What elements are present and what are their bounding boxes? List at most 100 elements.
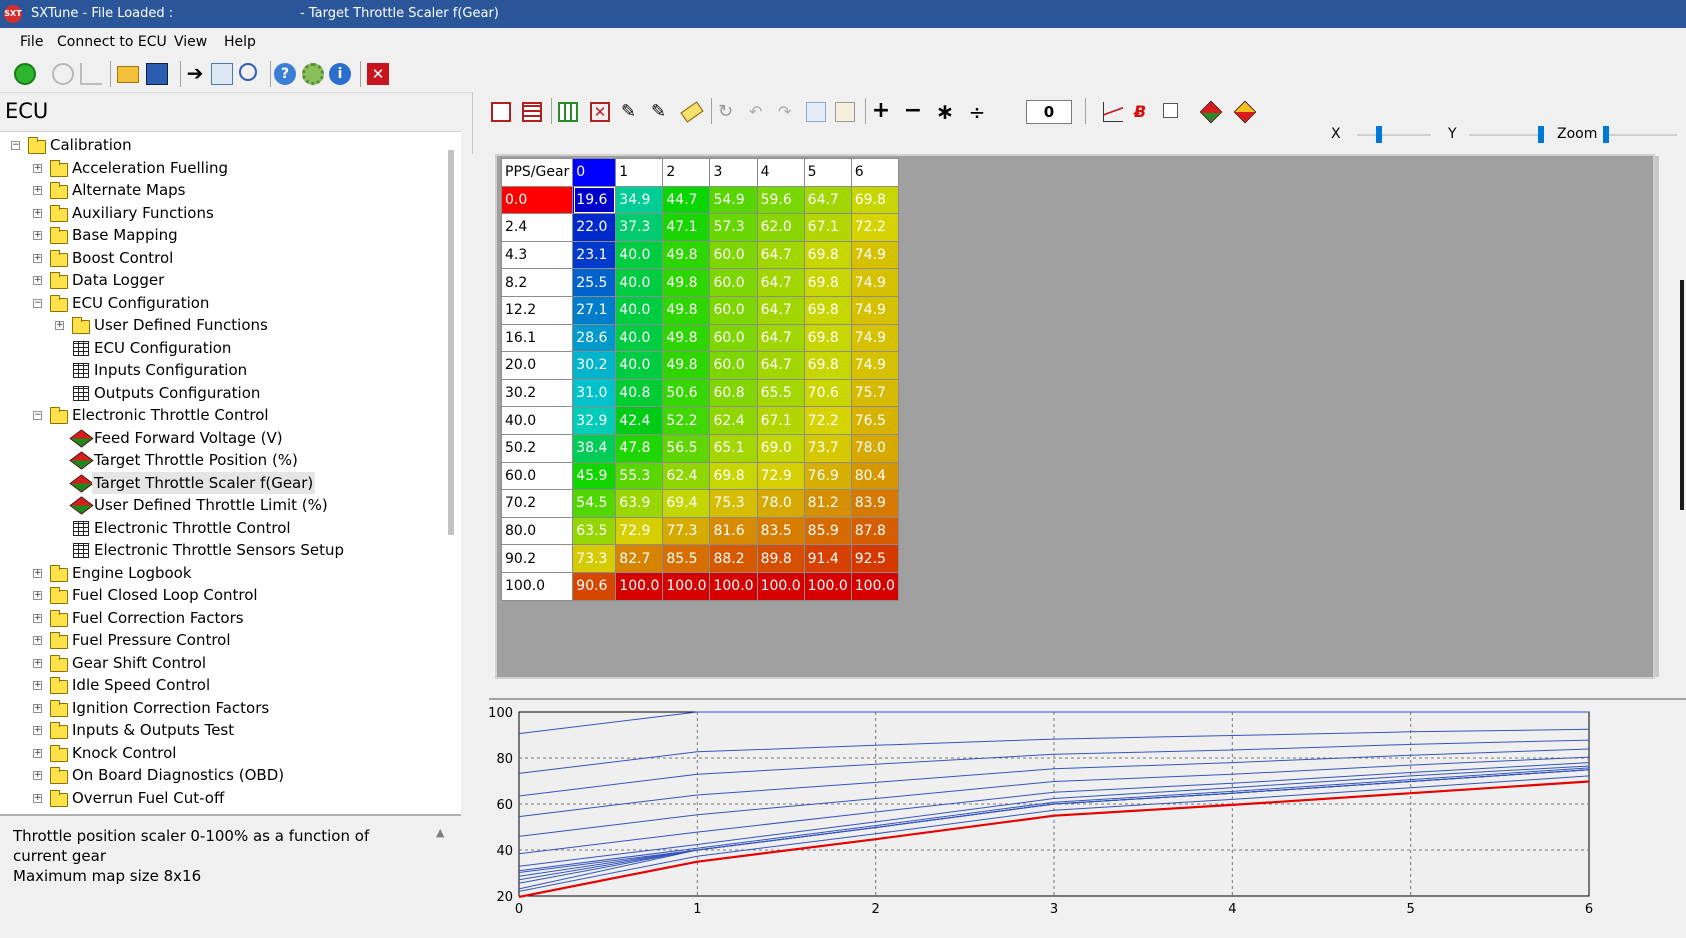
expand-icon[interactable]: + [33, 163, 42, 173]
menu-help[interactable]: Help [224, 34, 256, 50]
chart-icon[interactable] [1103, 102, 1123, 122]
map-cell[interactable]: 100.0 [756, 571, 805, 601]
tree-item[interactable]: + Auxiliary Functions [0, 202, 440, 224]
power-icon[interactable] [14, 63, 36, 85]
undo-icon[interactable]: ↶ [749, 102, 769, 122]
map-cell[interactable]: 50.6 [662, 378, 711, 408]
row-header[interactable]: 20.0 [500, 351, 574, 380]
map-cell[interactable]: 19.6 [572, 185, 617, 215]
map-cell[interactable]: 67.1 [756, 406, 805, 435]
map-cell[interactable]: 22.0 [572, 213, 617, 242]
expand-icon[interactable]: + [33, 208, 42, 218]
column-header[interactable]: 5 [803, 158, 852, 187]
map-cell[interactable]: 27.1 [572, 295, 617, 325]
map-cell[interactable]: 49.8 [662, 268, 711, 297]
map-cell[interactable]: 69.8 [803, 351, 852, 380]
expand-icon[interactable]: + [33, 591, 42, 600]
expand-icon[interactable]: + [33, 568, 42, 578]
map-cell[interactable]: 72.9 [615, 516, 664, 546]
map-cell[interactable]: 28.6 [572, 323, 617, 353]
map-cell[interactable]: 63.9 [615, 489, 664, 518]
map-cell[interactable]: 70.6 [803, 378, 852, 408]
copy-icon[interactable] [211, 63, 233, 85]
expand-icon[interactable]: + [33, 748, 42, 758]
map-cell[interactable]: 52.2 [662, 406, 711, 435]
tree-item[interactable]: + Fuel Correction Factors [0, 607, 440, 629]
expand-icon[interactable]: + [33, 613, 42, 623]
map-cell[interactable]: 69.0 [756, 433, 805, 463]
map-cell[interactable]: 49.8 [662, 240, 711, 270]
row-header[interactable]: 12.2 [500, 295, 574, 325]
map-cell[interactable]: 88.2 [709, 544, 758, 573]
map-cell[interactable]: 59.6 [756, 185, 805, 215]
map-cell[interactable]: 75.7 [850, 378, 899, 408]
tree-item[interactable]: Target Throttle Position (%) [0, 449, 440, 471]
map-cell[interactable]: 85.5 [662, 544, 711, 573]
tree-item[interactable]: Inputs Configuration [0, 359, 440, 381]
map-cell[interactable]: 34.9 [615, 185, 664, 215]
menu-view[interactable]: View [174, 34, 207, 50]
map-cell[interactable]: 91.4 [803, 544, 852, 573]
checkbox-icon[interactable] [1163, 103, 1178, 118]
copy-icon[interactable] [806, 102, 826, 122]
map-cell[interactable]: 81.6 [709, 516, 758, 546]
tree-scrollbar[interactable] [448, 150, 454, 535]
edit-multi-icon[interactable]: ✎ [651, 102, 671, 122]
map-cell[interactable]: 31.0 [572, 378, 617, 408]
row-header[interactable]: 0.0 [500, 185, 574, 215]
eraser-icon[interactable] [680, 101, 704, 123]
arrow-right-icon[interactable]: ➔ [184, 63, 206, 85]
map-cell[interactable]: 67.1 [803, 213, 852, 242]
cube-red-icon[interactable] [1199, 100, 1223, 124]
row-header[interactable]: 80.0 [500, 516, 574, 546]
expand-icon[interactable]: + [33, 636, 42, 645]
map-cell[interactable]: 69.4 [662, 489, 711, 518]
redo-icon[interactable]: ↷ [778, 102, 798, 122]
insert-row-icon[interactable] [491, 102, 511, 122]
tree-item[interactable]: + Boost Control [0, 247, 440, 269]
tree-item[interactable]: − Electronic Throttle Control [0, 404, 440, 426]
map-cell[interactable]: 85.9 [803, 516, 852, 546]
tree-item[interactable]: + Data Logger [0, 269, 440, 291]
map-cell[interactable]: 74.9 [850, 351, 899, 380]
edit-icon[interactable]: ✎ [621, 102, 641, 122]
expand-icon[interactable]: + [33, 681, 42, 690]
menu-file[interactable]: File [20, 34, 43, 50]
tree-item[interactable]: User Defined Throttle Limit (%) [0, 494, 440, 516]
map-cell[interactable]: 81.2 [803, 489, 852, 518]
tree-item[interactable]: + Ignition Correction Factors [0, 697, 440, 719]
map-cell[interactable]: 54.5 [572, 489, 617, 518]
map-cell[interactable]: 78.0 [756, 489, 805, 518]
delete-row-icon[interactable] [522, 102, 542, 122]
tree-item[interactable]: + Alternate Maps [0, 179, 440, 201]
row-header[interactable]: 16.1 [500, 323, 574, 353]
map-cell[interactable]: 62.4 [662, 461, 711, 491]
tree-item[interactable]: Feed Forward Voltage (V) [0, 427, 440, 449]
value-input[interactable]: 0 [1026, 100, 1072, 124]
map-cell[interactable]: 74.9 [850, 295, 899, 325]
map-cell[interactable]: 74.9 [850, 323, 899, 353]
map-cell[interactable]: 37.3 [615, 213, 664, 242]
row-header[interactable]: 4.3 [500, 240, 574, 270]
zoom-slider-thumb[interactable] [1603, 126, 1609, 143]
tree-item[interactable]: + Gear Shift Control [0, 652, 440, 674]
expand-icon[interactable]: + [33, 186, 42, 195]
map-cell[interactable]: 69.8 [709, 461, 758, 491]
tree-item[interactable]: − Calibration [0, 134, 440, 156]
tree-item[interactable]: − ECU Configuration [0, 292, 440, 314]
map-cell[interactable]: 83.9 [850, 489, 899, 518]
map-cell[interactable]: 80.4 [850, 461, 899, 491]
map-cell[interactable]: 83.5 [756, 516, 805, 546]
map-cell[interactable]: 69.8 [803, 240, 852, 270]
column-header[interactable]: 1 [615, 158, 664, 187]
tree-item[interactable]: + Fuel Pressure Control [0, 629, 440, 651]
zoom-slider-track[interactable] [1603, 134, 1677, 136]
map-cell[interactable]: 77.3 [662, 516, 711, 546]
expand-icon[interactable]: + [33, 276, 42, 285]
column-header[interactable]: 3 [709, 158, 758, 187]
map-cell[interactable]: 72.2 [803, 406, 852, 435]
tree-item[interactable]: + Overrun Fuel Cut-off [0, 787, 440, 809]
map-cell[interactable]: 64.7 [803, 185, 852, 215]
map-cell[interactable]: 64.7 [756, 268, 805, 297]
graph-icon[interactable] [80, 63, 102, 85]
